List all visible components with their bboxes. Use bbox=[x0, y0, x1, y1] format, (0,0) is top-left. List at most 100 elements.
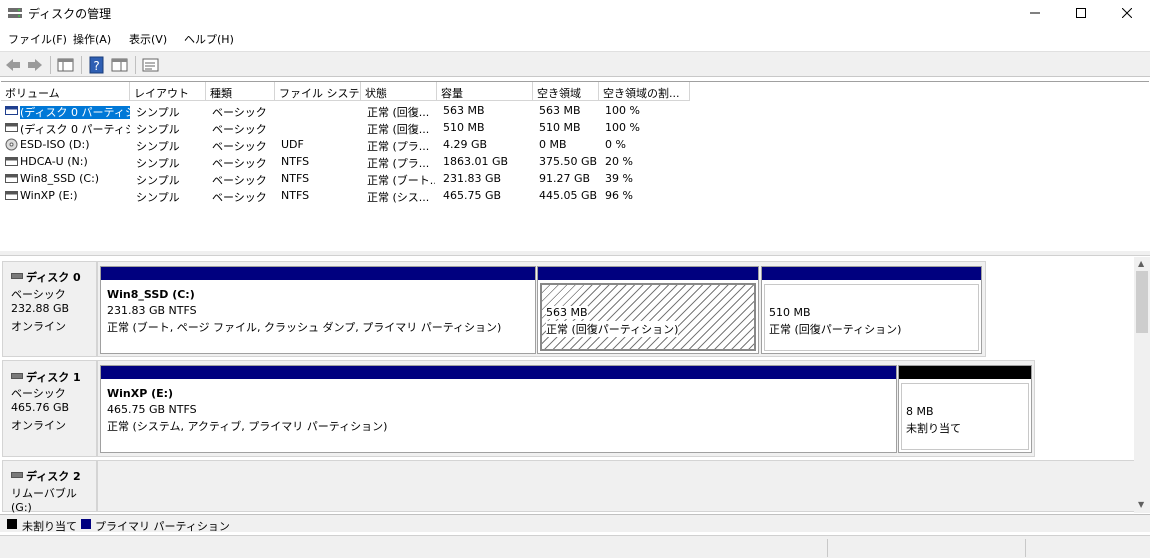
window-title: ディスクの管理 bbox=[28, 7, 112, 21]
primary-partition-bar bbox=[101, 366, 896, 379]
unallocated-space[interactable]: 8 MB 未割り当て bbox=[898, 365, 1032, 453]
scroll-up-icon[interactable]: ▲ bbox=[1138, 259, 1144, 268]
partition-e[interactable]: WinXP (E:) 465.75 GB NTFS 正常 (システム, アクティ… bbox=[100, 365, 897, 453]
disk-0-label[interactable]: ディスク 0 ベーシック 232.88 GB オンライン bbox=[2, 261, 97, 357]
volume-capacity: 465.75 GB bbox=[443, 189, 502, 202]
legend: 未割り当て プライマリ パーティション bbox=[0, 514, 1150, 533]
volume-name: HDCA-U (N:) bbox=[20, 155, 88, 168]
disk-map: ディスク 0 ベーシック 232.88 GB オンライン Win8_SSD (C… bbox=[0, 257, 1134, 513]
volume-free-space: 563 MB bbox=[539, 104, 581, 117]
menu-help[interactable]: ヘルプ(H) bbox=[184, 31, 234, 47]
primary-partition-bar bbox=[538, 267, 758, 280]
volume-layout: シンプル bbox=[136, 123, 180, 136]
volume-row[interactable]: Win8_SSD (C:) シンプル ベーシック NTFS 正常 (ブート...… bbox=[1, 170, 1149, 187]
volume-status: 正常 (プラ... bbox=[367, 157, 430, 170]
partition-recovery-2[interactable]: 510 MB 正常 (回復パーティション) bbox=[761, 266, 982, 354]
disk-1-partitions: WinXP (E:) 465.75 GB NTFS 正常 (システム, アクティ… bbox=[97, 360, 1035, 457]
menu-view[interactable]: 表示(V) bbox=[129, 31, 167, 47]
volume-type: ベーシック bbox=[212, 140, 267, 153]
disk-type: ベーシック bbox=[11, 387, 66, 400]
partition-size: 231.83 GB NTFS bbox=[107, 304, 197, 317]
properties-icon[interactable] bbox=[111, 56, 129, 74]
volume-list: ボリューム レイアウト 種類 ファイル システム 状態 容量 空き領域 空き領域… bbox=[1, 81, 1149, 251]
volume-status: 正常 (プラ... bbox=[367, 140, 430, 153]
volume-name: WinXP (E:) bbox=[20, 189, 78, 202]
drive-icon bbox=[5, 123, 18, 132]
selected-partition-hatch: 563 MB 正常 (回復パーティション) bbox=[540, 283, 756, 351]
column-header-free-space[interactable]: 空き領域 bbox=[533, 82, 599, 101]
partition-size: 510 MB bbox=[769, 306, 811, 319]
partition-status: 正常 (回復パーティション) bbox=[769, 323, 902, 336]
column-header-type[interactable]: 種類 bbox=[206, 82, 275, 101]
console-tree-icon[interactable] bbox=[57, 56, 75, 74]
disk-status: オンライン bbox=[11, 320, 66, 333]
title-bar: ディスクの管理 bbox=[0, 0, 1150, 26]
drive-icon bbox=[5, 174, 18, 183]
volume-status: 正常 (シス... bbox=[367, 191, 430, 204]
volume-row[interactable]: HDCA-U (N:) シンプル ベーシック NTFS 正常 (プラ... 18… bbox=[1, 153, 1149, 170]
scroll-down-icon[interactable]: ▼ bbox=[1138, 500, 1144, 509]
column-header-free-percent[interactable]: 空き領域の割... bbox=[599, 82, 690, 101]
volume-free-percent: 96 % bbox=[605, 189, 633, 202]
disk-name: ディスク 1 bbox=[26, 371, 81, 384]
column-header-volume[interactable]: ボリューム bbox=[1, 82, 130, 101]
volume-capacity: 563 MB bbox=[443, 104, 485, 117]
scrollbar-thumb[interactable] bbox=[1136, 271, 1148, 333]
volume-layout: シンプル bbox=[136, 140, 180, 153]
primary-partition-bar bbox=[762, 267, 981, 280]
disk-2-label[interactable]: ディスク 2 リムーバブル (G:) bbox=[2, 460, 97, 513]
disk-2-partitions bbox=[97, 460, 1134, 512]
volume-row[interactable]: WinXP (E:) シンプル ベーシック NTFS 正常 (シス... 465… bbox=[1, 187, 1149, 204]
column-header-status[interactable]: 状態 bbox=[361, 82, 437, 101]
status-bar bbox=[0, 535, 1150, 558]
column-header-capacity[interactable]: 容量 bbox=[437, 82, 533, 101]
volume-row[interactable]: (ディスク 0 パーティシ... シンプル ベーシック 正常 (回復... 56… bbox=[1, 102, 1149, 119]
partition-recovery-1[interactable]: 563 MB 正常 (回復パーティション) bbox=[537, 266, 759, 354]
unallocated-swatch bbox=[7, 519, 17, 529]
volume-row[interactable]: (ディスク 0 パーティシ... シンプル ベーシック 正常 (回復... 51… bbox=[1, 119, 1149, 136]
menu-file[interactable]: ファイル(F) bbox=[8, 31, 67, 47]
legend-primary-partition: プライマリ パーティション bbox=[95, 520, 230, 533]
forward-arrow-icon[interactable] bbox=[26, 56, 44, 74]
partition-size: 8 MB bbox=[906, 405, 934, 418]
volume-row[interactable]: ESD-ISO (D:) シンプル ベーシック UDF 正常 (プラ... 4.… bbox=[1, 136, 1149, 153]
disk-size: 465.76 GB bbox=[11, 401, 70, 414]
disk-status: オンライン bbox=[11, 419, 66, 432]
menu-bar: ファイル(F) 操作(A) 表示(V) ヘルプ(H) bbox=[0, 28, 1150, 48]
list-view-icon[interactable] bbox=[142, 56, 160, 74]
close-button[interactable] bbox=[1104, 0, 1150, 26]
volume-free-percent: 39 % bbox=[605, 172, 633, 185]
help-icon[interactable]: ? bbox=[88, 56, 106, 74]
minimize-button[interactable] bbox=[1012, 0, 1058, 26]
volume-name: Win8_SSD (C:) bbox=[20, 172, 100, 185]
column-header-layout[interactable]: レイアウト bbox=[130, 82, 206, 101]
maximize-button[interactable] bbox=[1058, 0, 1104, 26]
volume-layout: シンプル bbox=[136, 106, 180, 119]
disk-1-label[interactable]: ディスク 1 ベーシック 465.76 GB オンライン bbox=[2, 360, 97, 457]
disk-name: ディスク 2 bbox=[26, 470, 81, 483]
pane-splitter[interactable] bbox=[0, 251, 1150, 256]
partition-size: 563 MB bbox=[546, 306, 588, 319]
partition-c[interactable]: Win8_SSD (C:) 231.83 GB NTFS 正常 (ブート, ペー… bbox=[100, 266, 536, 354]
volume-status: 正常 (回復... bbox=[367, 123, 430, 136]
back-arrow-icon[interactable] bbox=[4, 56, 22, 74]
column-header-filesystem[interactable]: ファイル システム bbox=[275, 82, 361, 101]
drive-icon bbox=[5, 106, 18, 115]
disk-type: リムーバブル (G:) bbox=[11, 487, 77, 513]
volume-capacity: 1863.01 GB bbox=[443, 155, 509, 168]
vertical-scrollbar[interactable]: ▲ ▼ bbox=[1134, 257, 1150, 513]
volume-free-percent: 20 % bbox=[605, 155, 633, 168]
partition-status: 正常 (回復パーティション) bbox=[546, 321, 679, 337]
volume-free-space: 510 MB bbox=[539, 121, 581, 134]
unallocated-bar bbox=[899, 366, 1031, 379]
menu-action[interactable]: 操作(A) bbox=[73, 31, 111, 47]
partition-size: 465.75 GB NTFS bbox=[107, 403, 197, 416]
volume-status: 正常 (ブート... bbox=[367, 174, 435, 187]
disk-name: ディスク 0 bbox=[26, 271, 81, 284]
volume-free-percent: 100 % bbox=[605, 121, 640, 134]
volume-filesystem: NTFS bbox=[281, 155, 310, 168]
drive-icon bbox=[5, 157, 18, 166]
volume-free-space: 0 MB bbox=[539, 138, 567, 151]
volume-free-space: 375.50 GB bbox=[539, 155, 598, 168]
volume-free-percent: 0 % bbox=[605, 138, 626, 151]
